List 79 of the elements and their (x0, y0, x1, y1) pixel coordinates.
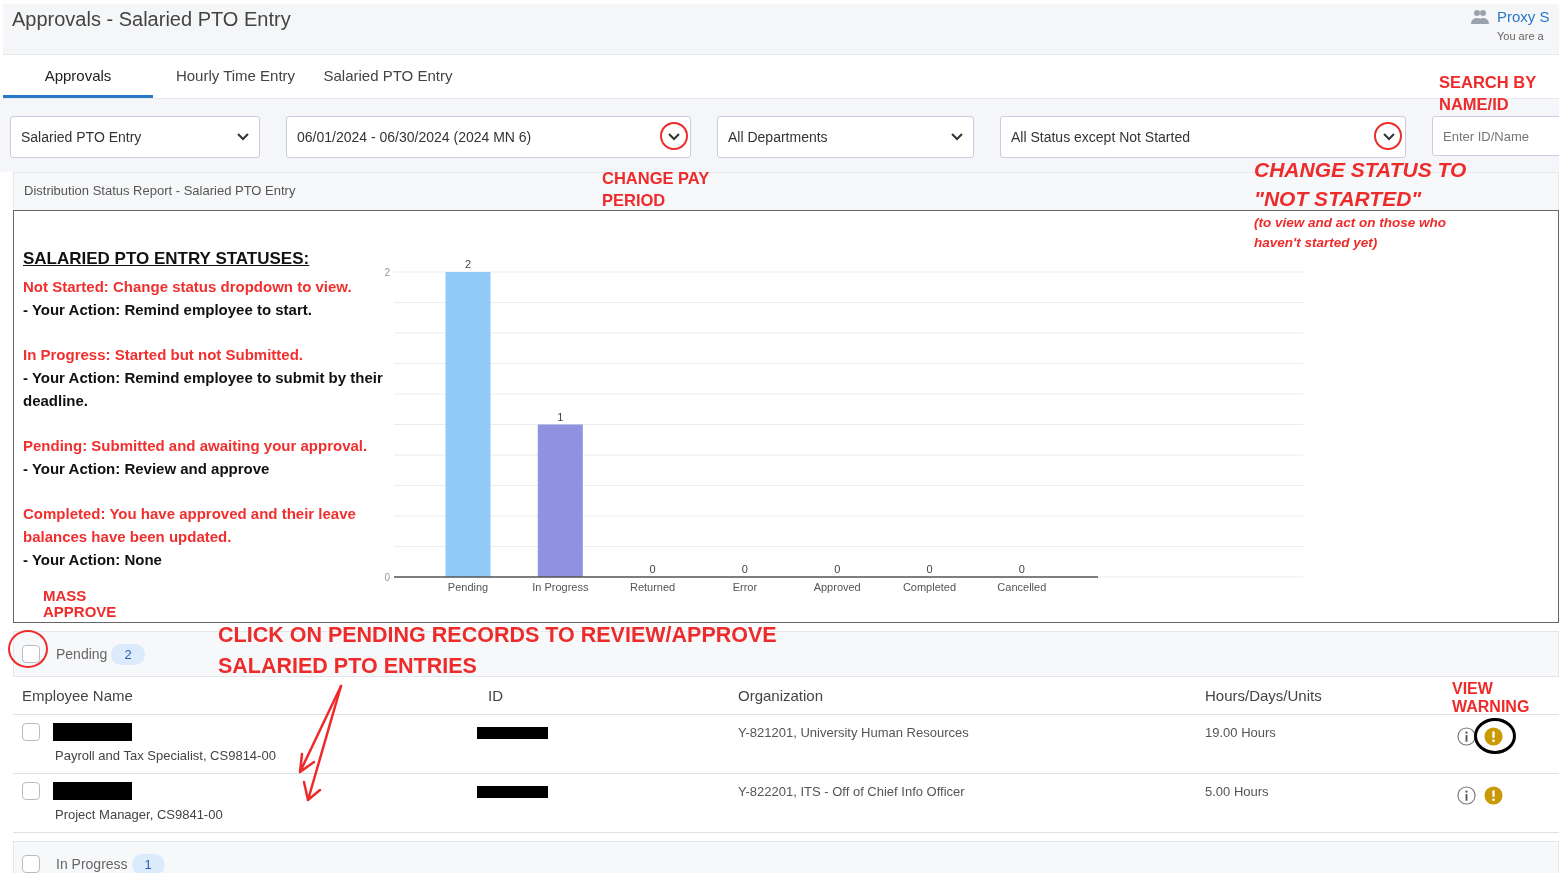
y-tick-label: 0 (384, 572, 390, 583)
checkbox[interactable] (22, 782, 40, 800)
x-category-label: Pending (447, 581, 489, 593)
info-icon[interactable] (1457, 727, 1476, 746)
checkbox[interactable] (22, 855, 40, 873)
chevron-down-icon (237, 133, 249, 141)
status-description: Pending: Submitted and awaiting your approval. (23, 436, 369, 456)
annotation-text: SEARCH BY NAME/ID (1439, 72, 1537, 115)
action-description: - Your Action: Remind employee to start. (23, 300, 313, 320)
tab[interactable]: Hourly Time Entry (153, 55, 318, 98)
annotation-text: CLICK ON PENDING RECORDS TO REVIEW/APPROVE SALARIED PTO ENTRIES (218, 622, 778, 680)
group-header[interactable]: In Progress 1 (13, 841, 1559, 873)
redaction-bar (477, 786, 548, 798)
x-category-label: Cancelled (997, 581, 1047, 593)
bar-value-label: 2 (464, 258, 472, 270)
annotation-circle (1474, 718, 1516, 754)
count-badge: 1 (131, 853, 165, 873)
people-icon[interactable] (1471, 8, 1489, 25)
warning-icon[interactable] (1484, 727, 1503, 746)
x-category-label: Error (732, 581, 758, 593)
annotation-text: MASS APPROVE (43, 588, 118, 620)
group-label: Pending (56, 646, 108, 662)
warning-icon[interactable] (1484, 786, 1503, 805)
x-category-label: Approved (813, 581, 861, 593)
bar-value-label: 0 (834, 563, 841, 575)
job-title: Payroll and Tax Specialist, CS9814-00 (55, 748, 277, 763)
column-header: Employee Name (22, 687, 134, 704)
status-description: In Progress: Started but not Submitted. (23, 345, 304, 365)
group-label: In Progress (56, 856, 128, 872)
dropdown[interactable]: All Status except Not Started (1000, 116, 1406, 158)
job-title: Project Manager, CS9841-00 (55, 807, 224, 822)
chevron-down-icon (1383, 133, 1395, 141)
tab[interactable]: Salaried PTO Entry (318, 55, 458, 98)
page-title: Approvals - Salaried PTO Entry (11, 7, 291, 32)
status-description: Completed: You have approved and their leave balances have been updated. (23, 504, 357, 547)
annotation-text: (to view and act on those who haven't started yet) (1254, 214, 1447, 252)
y-tick-label: 2 (384, 267, 390, 278)
chevron-down-icon (951, 133, 963, 141)
column-header: ID (488, 687, 504, 704)
annotation-circle (660, 122, 688, 150)
bar-value-label: 0 (926, 563, 933, 575)
proxy-note: You are a (1497, 30, 1545, 42)
annotation-circle (8, 630, 48, 668)
status-description: Not Started: Change status dropdown to view. (23, 277, 353, 297)
hours-cell-text: 19.00 Hours (1205, 724, 1277, 742)
checkbox[interactable] (22, 723, 40, 741)
chevron-down-icon (668, 133, 680, 141)
table-row[interactable]: Project Manager, CS9841-00 Y-822201, ITS - Off of Chief Info Officer 5.00 Hours (13, 774, 1559, 833)
x-category-label: Returned (629, 581, 676, 593)
x-category-label: Completed (902, 581, 957, 593)
annotation-text: CHANGE STATUS TO "NOT STARTED" (1254, 157, 1468, 212)
action-description: - Your Action: Review and approve (23, 459, 271, 479)
dropdown[interactable]: All Departments (717, 116, 974, 158)
column-header: Organization (738, 687, 825, 704)
annotation-circle (1374, 122, 1402, 150)
bar[interactable] (537, 424, 583, 577)
dropdown[interactable]: 06/01/2024 - 06/30/2024 (2024 MN 6) (286, 116, 691, 158)
bar-value-label: 0 (1018, 563, 1025, 575)
bar-value-label: 0 (649, 563, 656, 575)
annotation-text: VIEW WARNING (1452, 680, 1531, 716)
action-description: - Your Action: None (23, 550, 163, 570)
table-row[interactable]: Payroll and Tax Specialist, CS9814-00 Y-821201, University Human Resources 19.00 Hours (13, 715, 1559, 774)
checkbox[interactable] (22, 645, 40, 663)
x-category-label: In Progress (532, 581, 589, 593)
bar-value-label: 0 (741, 563, 748, 575)
count-badge: 2 (111, 643, 145, 665)
organization-cell-text: Y-822201, ITS - Off of Chief Info Officer (738, 783, 966, 801)
redaction-bar (477, 727, 548, 739)
annotation-text: CHANGE PAY PERIOD (602, 168, 710, 211)
bar[interactable] (445, 272, 491, 577)
search-field[interactable]: Enter ID/Name (1432, 116, 1559, 156)
bar-value-label: 1 (557, 410, 564, 423)
action-description: - Your Action: Remind employee to submit by their deadline. (23, 368, 384, 411)
proxy-link[interactable]: Proxy S (1497, 8, 1550, 25)
hours-cell-text: 5.00 Hours (1205, 783, 1270, 801)
column-header: Hours/Days/Units (1205, 687, 1323, 704)
organization-cell-text: Y-821201, University Human Resources (738, 724, 970, 742)
dropdown[interactable]: Salaried PTO Entry (10, 116, 260, 158)
legend-heading: SALARIED PTO ENTRY STATUSES: (23, 249, 311, 269)
